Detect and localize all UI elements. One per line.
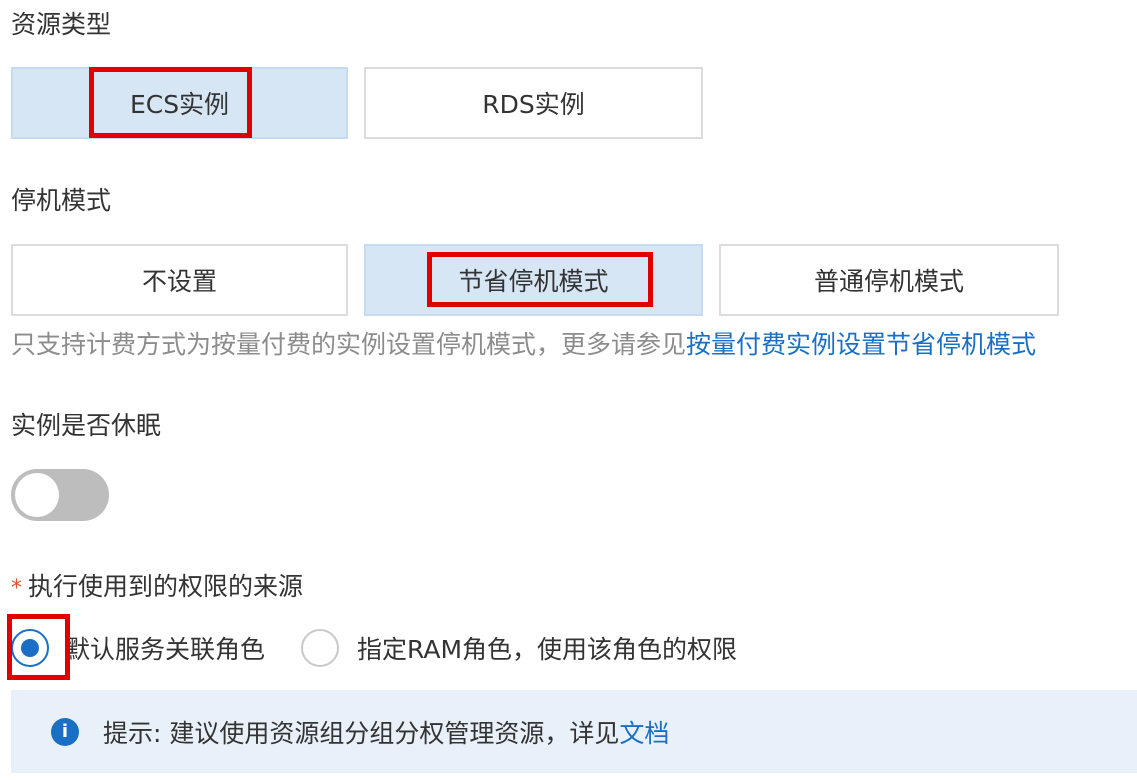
radio-default-role[interactable] <box>11 629 49 667</box>
required-asterisk: * <box>11 576 22 601</box>
shutdown-mode-note-text: 只支持计费方式为按量付费的实例设置停机模式，更多请参见 <box>11 330 687 359</box>
radio-specified-ram-role[interactable] <box>301 629 340 667</box>
info-icon: i <box>51 717 79 746</box>
tip-text: 提示: 建议使用资源组分组分权管理资源，详见 <box>103 718 620 748</box>
resource-type-option-rds[interactable]: RDS实例 <box>364 67 703 139</box>
shutdown-mode-label: 停机模式 <box>11 186 112 215</box>
hibernate-toggle[interactable] <box>11 469 109 521</box>
resource-type-label: 资源类型 <box>11 10 112 39</box>
hibernate-label: 实例是否休眠 <box>11 411 162 440</box>
shutdown-mode-option-none[interactable]: 不设置 <box>11 244 348 316</box>
tip-doc-link[interactable]: 文档 <box>619 719 669 748</box>
permission-source-label: 执行使用到的权限的来源 <box>28 572 304 601</box>
form-root: 资源类型 ECS实例 RDS实例 停机模式 不设置 节省停机模式 普通停机模式 … <box>0 0 1137 780</box>
tip-banner: i 提示: 建议使用资源组分组分权管理资源，详见文档 <box>11 690 1137 773</box>
shutdown-mode-option-normal[interactable]: 普通停机模式 <box>719 244 1059 316</box>
radio-specified-ram-role-label[interactable]: 指定RAM角色，使用该角色的权限 <box>357 630 737 666</box>
shutdown-mode-note-link[interactable]: 按量付费实例设置节省停机模式 <box>686 330 1036 359</box>
radio-default-role-label[interactable]: 默认服务关联角色 <box>65 630 265 666</box>
permission-source-radio-group: 默认服务关联角色 指定RAM角色，使用该角色的权限 <box>11 628 737 668</box>
toggle-knob <box>15 473 59 517</box>
shutdown-mode-option-saving[interactable]: 节省停机模式 <box>364 244 703 316</box>
resource-type-option-ecs[interactable]: ECS实例 <box>11 67 348 139</box>
tip-text-row: 提示: 建议使用资源组分组分权管理资源，详见文档 <box>103 714 669 750</box>
shutdown-mode-note: 只支持计费方式为按量付费的实例设置停机模式，更多请参见按量付费实例设置节省停机模… <box>11 328 1036 362</box>
permission-source-label-row: * 执行使用到的权限的来源 <box>11 570 303 606</box>
